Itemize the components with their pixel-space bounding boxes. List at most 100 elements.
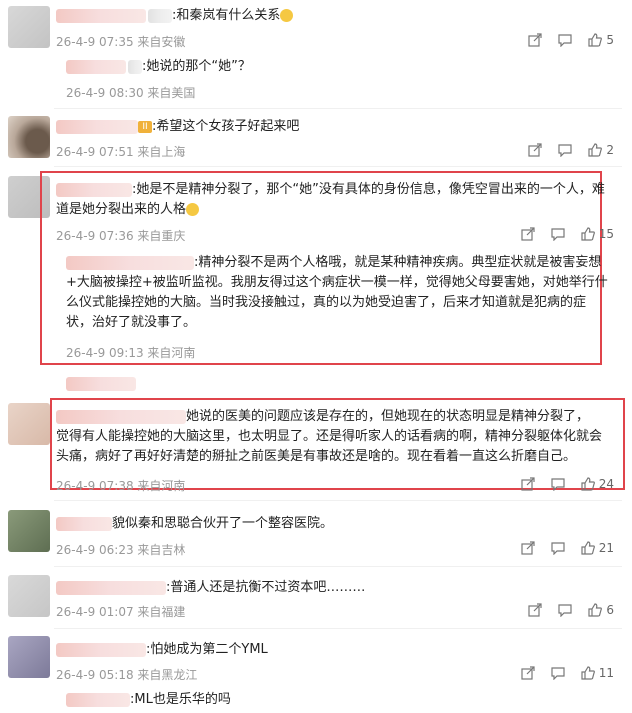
share-icon bbox=[521, 227, 535, 241]
share-icon bbox=[528, 143, 542, 157]
share-button[interactable] bbox=[521, 541, 535, 555]
username-blurred[interactable] bbox=[66, 255, 194, 270]
like-count: 21 bbox=[598, 541, 614, 555]
username-blurred[interactable] bbox=[56, 119, 138, 134]
like-button[interactable]: 21 bbox=[581, 541, 614, 555]
comment-icon bbox=[551, 541, 565, 555]
comment-text-line3: 头痛，病好了再好好清楚的掰扯之前医美是有事故还是啥的。现在看着一直这么折磨自己。 bbox=[56, 449, 577, 464]
username-blurred[interactable] bbox=[56, 580, 166, 595]
divider bbox=[54, 500, 622, 501]
username-blurred[interactable] bbox=[56, 409, 186, 424]
share-icon bbox=[521, 541, 535, 555]
comment-meta: 26-4-9 07:36 来自重庆 bbox=[56, 229, 186, 243]
username-blurred[interactable] bbox=[66, 692, 130, 707]
like-button[interactable]: 6 bbox=[588, 603, 614, 617]
reply-meta: 26-4-9 09:13 来自河南 bbox=[66, 346, 196, 360]
comment-icon bbox=[558, 33, 572, 47]
avatar[interactable] bbox=[8, 510, 50, 552]
emoji-icon bbox=[186, 203, 200, 216]
avatar[interactable] bbox=[8, 403, 50, 445]
comment-text-line1: :她是不是精神分裂了，那个“她”没有具体的身份信息，像凭空冒出来的一个人，难 bbox=[132, 182, 605, 197]
like-button[interactable]: 5 bbox=[588, 33, 614, 47]
comment-meta: 26-4-9 05:18 来自黑龙江 bbox=[56, 668, 198, 682]
comment-button[interactable] bbox=[558, 33, 572, 47]
share-button[interactable] bbox=[528, 33, 542, 47]
username-blurred[interactable] bbox=[56, 8, 146, 23]
comment-icon bbox=[558, 603, 572, 617]
comment-actions: 24 bbox=[521, 477, 614, 491]
comment-1: :和秦岚有什么关系 bbox=[56, 6, 294, 26]
comment-icon bbox=[558, 143, 572, 157]
comment-text: 貌似秦和思聪合伙开了一个整容医院。 bbox=[112, 516, 334, 531]
thumbs-up-icon bbox=[581, 477, 595, 491]
reply-3: :精神分裂不是两个人格哦，就是某种精神疾病。典型症状就是被害妄想 +大脑被操控+… bbox=[66, 253, 616, 333]
reply-text-line3: 么仪式能操控她的大脑。当时我没接触过，真的以为她受迫害了，后来才知道就是犯病的症 bbox=[66, 295, 587, 310]
comment-actions: 11 bbox=[521, 666, 614, 680]
comment-button[interactable] bbox=[551, 666, 565, 680]
vip-badge-icon: II bbox=[138, 120, 152, 133]
comment-meta: 26-4-9 07:35 来自安徽 bbox=[56, 35, 186, 49]
avatar[interactable] bbox=[8, 6, 50, 48]
thumbs-up-icon bbox=[581, 227, 595, 241]
comment-button[interactable] bbox=[551, 477, 565, 491]
comment-meta: 26-4-9 07:38 来自河南 bbox=[56, 479, 186, 493]
comment-actions: 21 bbox=[521, 541, 614, 555]
comment-text-line2: 觉得有人能操控她的大脑这里，也太明显了。还是得听家人的话看病的啊，精神分裂躯体化… bbox=[56, 429, 603, 444]
avatar[interactable] bbox=[8, 636, 50, 678]
username-blurred[interactable] bbox=[56, 516, 112, 531]
comment-button[interactable] bbox=[558, 603, 572, 617]
comment-icon bbox=[551, 666, 565, 680]
comment-actions: 15 bbox=[521, 227, 614, 241]
reply-meta: 26-4-9 08:30 来自美国 bbox=[66, 86, 196, 100]
avatar[interactable] bbox=[8, 116, 50, 158]
reply-1: :她说的那个“她”？ bbox=[66, 57, 251, 77]
avatar[interactable] bbox=[8, 575, 50, 617]
username-blurred[interactable] bbox=[56, 182, 132, 197]
comment-button[interactable] bbox=[551, 541, 565, 555]
comment-4: 她说的医美的问题应该是存在的，但她现在的状态明显是精神分裂了， 觉得有人能操控她… bbox=[56, 407, 631, 467]
share-button[interactable] bbox=[521, 477, 535, 491]
reply-text-line4: 状，治好了就没事了。 bbox=[66, 315, 197, 330]
like-count: 15 bbox=[598, 227, 614, 241]
comment-5: 貌似秦和思聪合伙开了一个整容医院。 bbox=[56, 514, 333, 534]
comment-7: :怕她成为第二个YML bbox=[56, 640, 268, 660]
share-button[interactable] bbox=[521, 666, 535, 680]
divider bbox=[54, 566, 622, 567]
comment-button[interactable] bbox=[551, 227, 565, 241]
reply-text: :ML也是乐华的吗 bbox=[130, 692, 231, 707]
reply-text: :她说的那个“她”？ bbox=[142, 59, 251, 74]
share-icon bbox=[521, 477, 535, 491]
like-button[interactable]: 2 bbox=[588, 143, 614, 157]
comment-button[interactable] bbox=[558, 143, 572, 157]
comment-text: :普通人还是抗衡不过资本吧……… bbox=[166, 580, 366, 595]
like-button[interactable]: 11 bbox=[581, 666, 614, 680]
share-button[interactable] bbox=[521, 227, 535, 241]
comment-text: :怕她成为第二个YML bbox=[146, 642, 268, 657]
comment-text: :希望这个女孩子好起来吧 bbox=[152, 119, 300, 134]
thumbs-up-icon bbox=[588, 603, 603, 617]
share-icon bbox=[528, 603, 542, 617]
username-blurred[interactable] bbox=[56, 642, 146, 657]
reply-text-line1: :精神分裂不是两个人格哦，就是某种精神疾病。典型症状就是被害妄想 bbox=[194, 255, 602, 270]
share-icon bbox=[528, 33, 542, 47]
like-count: 2 bbox=[606, 143, 614, 157]
comment-text-line2: 道是她分裂出来的人格 bbox=[56, 202, 187, 217]
username-blurred[interactable] bbox=[66, 59, 126, 74]
like-button[interactable]: 15 bbox=[581, 227, 614, 241]
comment-3: :她是不是精神分裂了，那个“她”没有具体的身份信息，像凭空冒出来的一个人，难 道… bbox=[56, 180, 616, 220]
comment-meta: 26-4-9 01:07 来自福建 bbox=[56, 605, 186, 619]
comment-actions: 6 bbox=[528, 603, 614, 617]
comment-meta: 26-4-9 06:23 来自吉林 bbox=[56, 543, 186, 557]
divider bbox=[54, 166, 622, 167]
comment-actions: 2 bbox=[528, 143, 614, 157]
reply-text-line2: +大脑被操控+被监听监视。我朋友得过这个病症状一模一样，觉得她父母要害她，对她举… bbox=[66, 275, 608, 290]
comment-6: :普通人还是抗衡不过资本吧……… bbox=[56, 578, 365, 598]
share-button[interactable] bbox=[528, 603, 542, 617]
thumbs-up-icon bbox=[588, 143, 603, 157]
share-button[interactable] bbox=[528, 143, 542, 157]
like-button[interactable]: 24 bbox=[581, 477, 614, 491]
emoji-icon bbox=[280, 9, 294, 22]
collapsed-reply[interactable] bbox=[66, 373, 136, 392]
thumbs-up-icon bbox=[588, 33, 603, 47]
comment-meta: 26-4-9 07:51 来自上海 bbox=[56, 145, 186, 159]
